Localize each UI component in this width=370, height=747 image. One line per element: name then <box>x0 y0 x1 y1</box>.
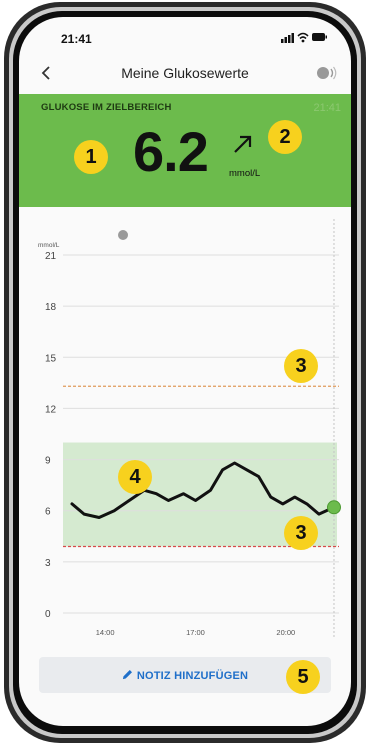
callout-badge-3b: 3 <box>284 516 318 550</box>
x-tick-label: 20:00 <box>276 628 295 637</box>
wifi-icon <box>297 32 309 43</box>
y-tick-label: 15 <box>45 353 57 364</box>
y-unit-label: mmol/L <box>38 242 60 249</box>
pencil-icon <box>122 670 132 680</box>
y-tick-label: 21 <box>45 251 57 262</box>
status-bar: 21:41 <box>19 17 351 53</box>
y-tick-label: 3 <box>45 558 51 569</box>
page-title: Meine Glukosewerte <box>121 65 249 81</box>
glucose-value: 6.2 <box>133 120 209 183</box>
trend-arrow-icon <box>234 135 252 153</box>
callout-badge-4: 4 <box>118 460 152 494</box>
y-tick-label: 18 <box>45 302 57 313</box>
current-reading-dot <box>326 500 341 515</box>
signal-icon <box>281 33 294 43</box>
glucose-unit: mmol/L <box>229 168 261 179</box>
x-tick-label: 14:00 <box>96 628 115 637</box>
y-tick-label: 0 <box>45 609 51 620</box>
x-tick-label: 17:00 <box>186 628 205 637</box>
y-tick-label: 9 <box>45 456 51 467</box>
glucose-chart-svg: 21 18 15 12 9 6 3 0 mmol/L 14:00 17:00 20:00 <box>38 219 341 637</box>
glucose-chart: 21 18 15 12 9 6 3 0 mmol/L 14:00 17:00 20:00 <box>19 207 351 647</box>
callout-badge-1: 1 <box>74 140 108 174</box>
callout-badge-5: 5 <box>286 660 320 694</box>
battery-icon <box>312 33 327 41</box>
y-tick-label: 12 <box>45 404 57 415</box>
sound-icon[interactable] <box>315 65 337 81</box>
reading-time: 21:41 <box>313 102 341 114</box>
sensor-scan-marker <box>118 230 128 240</box>
y-tick-label: 6 <box>45 507 51 518</box>
glucose-status-label: GLUKOSE IM ZIELBEREICH <box>41 102 172 113</box>
glucose-card: GLUKOSE IM ZIELBEREICH 21:41 6.2 mmol/L <box>19 94 351 207</box>
add-note-label: NOTIZ HINZUFÜGEN <box>136 670 249 682</box>
status-icons <box>281 32 327 43</box>
status-time: 21:41 <box>61 32 92 46</box>
callout-badge-3a: 3 <box>284 349 318 383</box>
callout-badge-2: 2 <box>268 120 302 154</box>
nav-bar: Meine Glukosewerte <box>19 57 351 87</box>
